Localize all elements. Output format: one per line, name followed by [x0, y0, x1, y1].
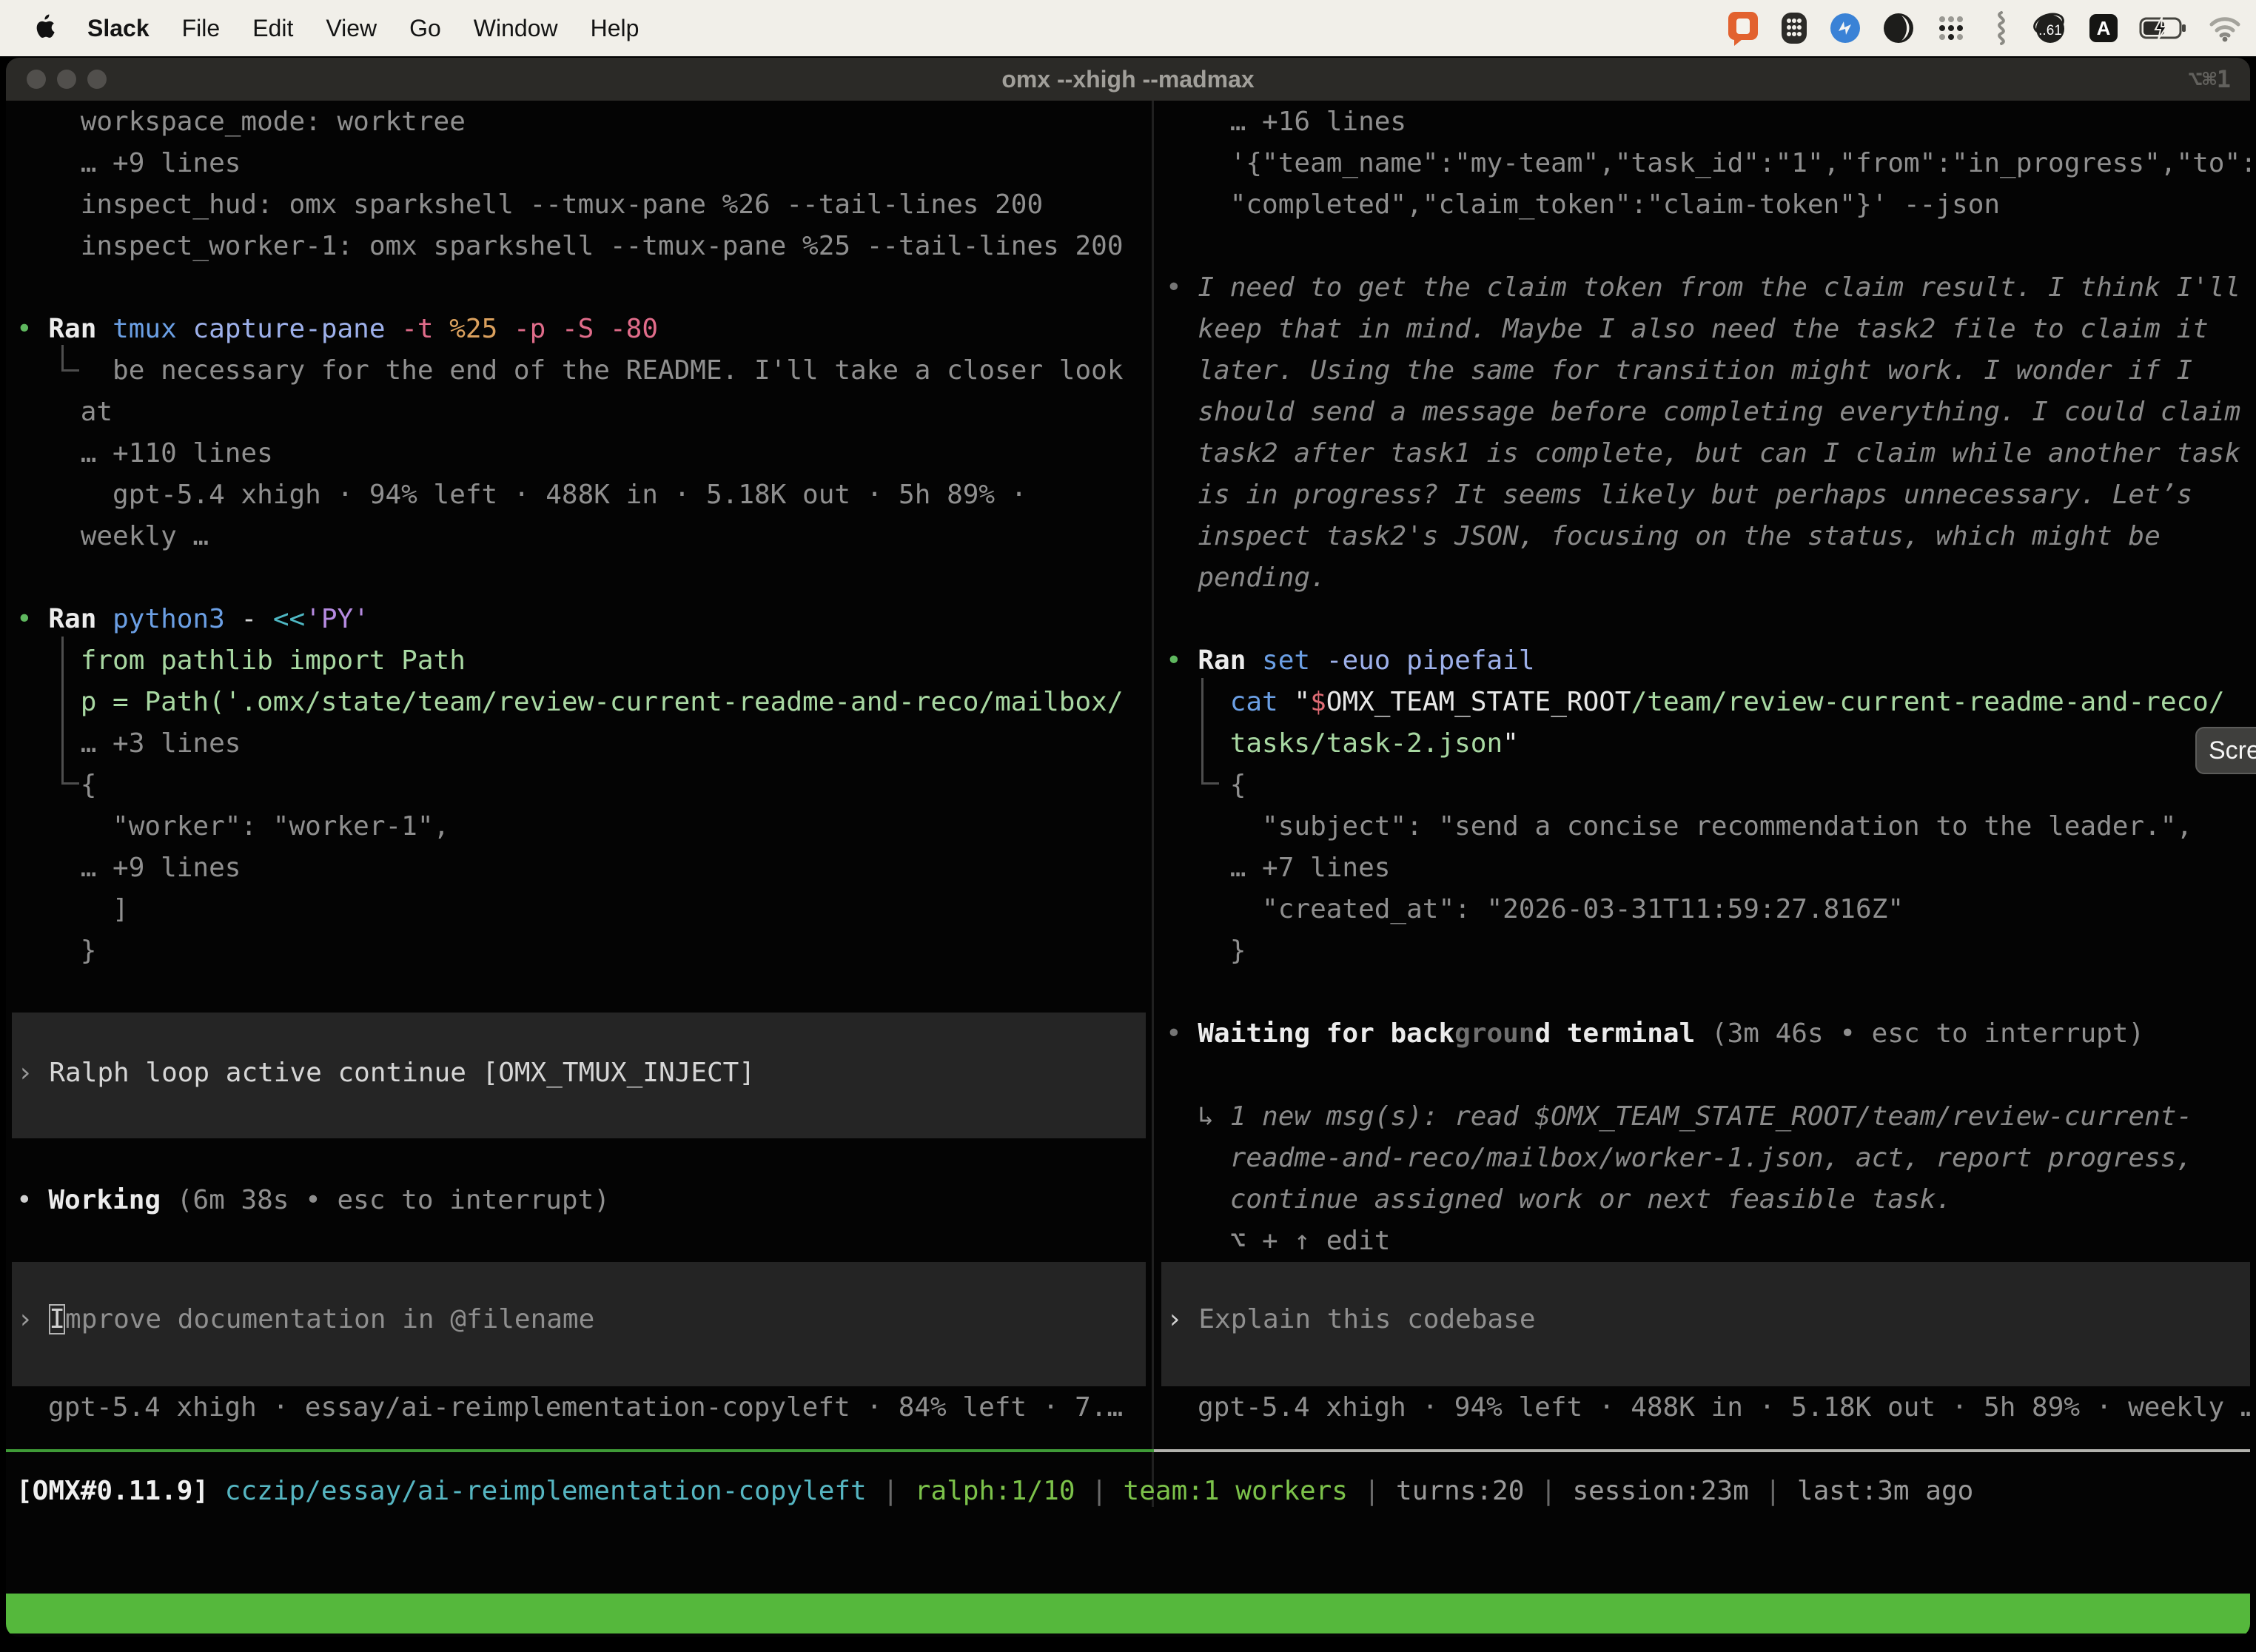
terminal-line: … +110 lines: [16, 433, 1162, 474]
terminal-line: … +9 lines: [16, 143, 1162, 184]
terminal-content: workspace_mode: worktree … +9 lines insp…: [6, 58, 2250, 1637]
terminal-line: • Ran set -euo pipefail: [1166, 640, 2250, 682]
terminal-line: inspect_worker-1: omx sparkshell --tmux-…: [16, 226, 1162, 267]
tree-connector: [1201, 782, 1219, 785]
wifi-icon[interactable]: [2207, 14, 2243, 42]
terminal-window: omx --xhigh --madmax ⌥⌘1 workspace_mode:…: [6, 58, 2250, 1637]
dots-grid-icon[interactable]: [1935, 12, 1967, 44]
terminal-line: is in progress? It seems likely but perh…: [1166, 474, 2250, 516]
desktop: Slack File Edit View Go Window Help: [0, 0, 2256, 1652]
menu-item-window[interactable]: Window: [474, 15, 558, 42]
terminal-line: '{"team_name":"my-team","task_id":"1","f…: [1166, 143, 2250, 184]
screen-share-chip[interactable]: Scre: [2195, 727, 2256, 774]
terminal-line: {: [16, 765, 1162, 806]
terminal-line: [16, 267, 1162, 309]
right-prompt-input[interactable]: › Explain this codebase: [1161, 1262, 2250, 1386]
terminal-line: tasks/task-2.json": [1166, 723, 2250, 765]
pane-border-active: [6, 1449, 1154, 1452]
menu-item-edit[interactable]: Edit: [252, 15, 293, 42]
pane-border-inactive: [1154, 1449, 2250, 1452]
menu-item-help[interactable]: Help: [591, 15, 639, 42]
terminal-line: • Ran python3 - <<'PY': [16, 599, 1162, 640]
terminal-line: inspect_hud: omx sparkshell --tmux-pane …: [16, 184, 1162, 226]
menu-item-app[interactable]: Slack: [87, 15, 150, 42]
tmux-session-label: [omx-cczip0:bash*: [15, 1633, 287, 1637]
menu-item-file[interactable]: File: [182, 15, 221, 42]
apple-icon: [34, 14, 56, 42]
terminal-line: ⌥ + ↑ edit: [1166, 1220, 2250, 1262]
terminal-line: ]: [16, 889, 1162, 930]
left-pane-output: workspace_mode: worktree … +9 lines insp…: [6, 101, 1162, 972]
menu-item-view[interactable]: View: [326, 15, 377, 42]
keypad-shield-icon[interactable]: [1779, 10, 1809, 46]
ralph-loop-banner: › Ralph loop active continue [OMX_TMUX_I…: [12, 1013, 1146, 1138]
terminal-line: "subject": "send a concise recommendatio…: [1166, 806, 2250, 847]
terminal-line: inspect task2's JSON, focusing on the st…: [1166, 516, 2250, 557]
battery-icon[interactable]: [2139, 16, 2188, 41]
tree-connector: [61, 369, 79, 372]
terminal-line: • Ran tmux capture-pane -t %25 -p -S -80: [16, 309, 1162, 350]
terminal-line: [1166, 599, 2250, 640]
badge-61-icon[interactable]: ..61: [2032, 10, 2068, 46]
terminal-line: }: [1166, 930, 2250, 972]
terminal-line: gpt-5.4 xhigh · 94% left · 488K in · 5.1…: [16, 474, 1162, 516]
terminal-line: [1166, 972, 2250, 1013]
terminal-line: "completed","claim_token":"claim-token"}…: [1166, 184, 2250, 226]
terminal-line: }: [16, 930, 1162, 972]
terminal-line: p = Path('.omx/state/team/review-current…: [16, 682, 1162, 723]
right-session-status: gpt-5.4 xhigh · 94% left · 488K in · 5.1…: [1198, 1387, 2250, 1428]
menu-bar: Slack File Edit View Go Window Help: [0, 0, 2256, 56]
terminal-line: at: [16, 392, 1162, 433]
working-status-line: • Working (6m 38s • esc to interrupt): [16, 1180, 610, 1221]
terminal-line: later. Using the same for transition mig…: [1166, 350, 2250, 392]
terminal-line: "created_at": "2026-03-31T11:59:27.816Z": [1166, 889, 2250, 930]
svg-text:..61: ..61: [2038, 23, 2062, 38]
terminal-line: … +9 lines: [16, 847, 1162, 889]
terminal-line: cat "$OMX_TEAM_STATE_ROOT/team/review-cu…: [1166, 682, 2250, 723]
sync-badge-icon[interactable]: [1828, 11, 1862, 45]
terminal-line: [16, 557, 1162, 599]
terminal-line: workspace_mode: worktree: [16, 101, 1162, 143]
omx-status-line: [OMX#0.11.9] cczip/essay/ai-reimplementa…: [16, 1471, 1973, 1512]
menu-item-go[interactable]: Go: [409, 15, 441, 42]
terminal-line: be necessary for the end of the README. …: [16, 350, 1162, 392]
left-prompt-input[interactable]: › Improve documentation in @filename: [12, 1262, 1146, 1386]
tree-connector: [61, 782, 79, 785]
terminal-line: should send a message before completing …: [1166, 392, 2250, 433]
terminal-line: keep that in mind. Maybe I also need the…: [1166, 309, 2250, 350]
terminal-line: [1166, 1055, 2250, 1096]
tree-connector: [61, 345, 64, 372]
right-pane-output: … +16 lines '{"team_name":"my-team","tas…: [1155, 101, 2250, 1262]
terminal-line: weekly …: [16, 516, 1162, 557]
tmux-status-bar: [omx-cczip0:bash* "MacBook-Pro-44.local"…: [6, 1594, 2250, 1633]
terminal-line: continue assigned work or next feasible …: [1166, 1179, 2250, 1220]
terminal-line: "worker": "worker-1",: [16, 806, 1162, 847]
terminal-line: … +7 lines: [1166, 847, 2250, 889]
tree-connector: [1201, 678, 1203, 785]
svg-text:A: A: [2097, 17, 2111, 39]
chat-icon[interactable]: [1726, 10, 1760, 47]
terminal-line: [1166, 226, 2250, 267]
terminal-line: from pathlib import Path: [16, 640, 1162, 682]
apple-menu[interactable]: [34, 14, 56, 42]
terminal-line: readme-and-reco/mailbox/worker-1.json, a…: [1166, 1138, 2250, 1179]
terminal-line: pending.: [1166, 557, 2250, 599]
moon-circle-icon[interactable]: [1881, 11, 1916, 45]
terminal-line: • I need to get the claim token from the…: [1166, 267, 2250, 309]
terminal-line: {: [1166, 765, 2250, 806]
tree-connector: [61, 637, 64, 785]
terminal-line: task2 after task1 is complete, but can I…: [1166, 433, 2250, 474]
input-source-icon[interactable]: A: [2087, 12, 2120, 44]
squiggle-icon[interactable]: [1987, 10, 2013, 47]
menu-status-icons: ..61 A: [1726, 0, 2243, 56]
terminal-line: … +3 lines: [16, 723, 1162, 765]
terminal-line: • Waiting for background terminal (3m 46…: [1166, 1013, 2250, 1055]
terminal-line: ↳ 1 new msg(s): read $OMX_TEAM_STATE_ROO…: [1166, 1096, 2250, 1138]
left-session-status: gpt-5.4 xhigh · essay/ai-reimplementatio…: [48, 1387, 1123, 1428]
terminal-line: … +16 lines: [1166, 101, 2250, 143]
